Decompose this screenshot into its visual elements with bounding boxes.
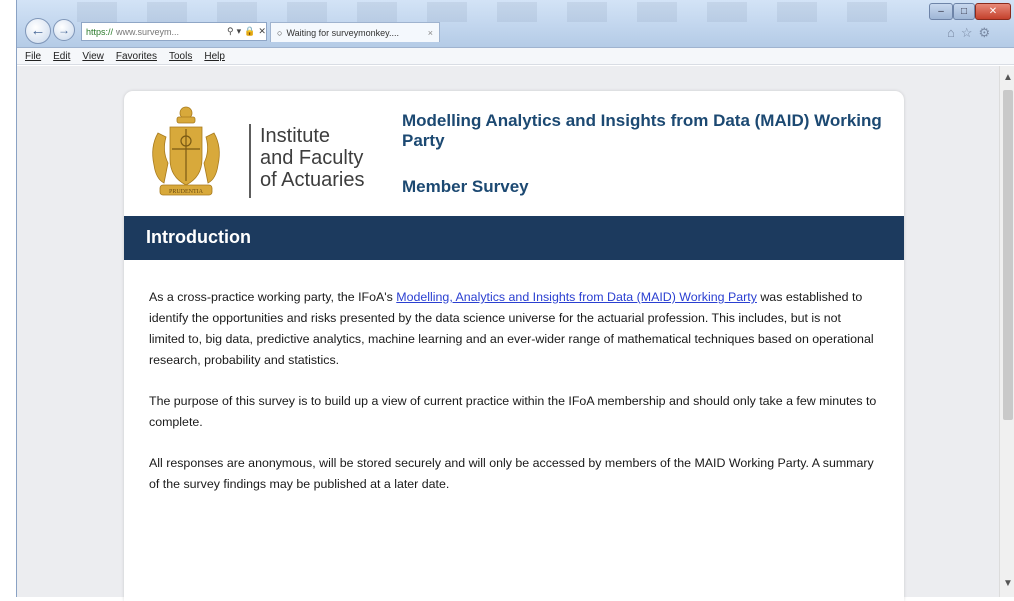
maximize-button[interactable]: □ xyxy=(953,3,975,20)
menu-view[interactable]: View xyxy=(82,51,104,62)
menu-tools[interactable]: Tools xyxy=(169,51,192,62)
forward-button[interactable]: → xyxy=(53,19,75,41)
tab-close-icon[interactable]: × xyxy=(428,28,433,38)
menu-favorites[interactable]: Favorites xyxy=(116,51,157,62)
vertical-scrollbar[interactable]: ▲ ▼ xyxy=(999,66,1014,597)
gear-icon[interactable]: ⚙ xyxy=(979,25,991,41)
menu-bar: File Edit View Favorites Tools Help xyxy=(17,48,1014,65)
menu-help[interactable]: Help xyxy=(204,51,225,62)
scroll-up-icon[interactable]: ▲ xyxy=(1000,72,1014,83)
lock-icon[interactable]: 🔒 xyxy=(244,26,255,37)
browser-window: ← → https://www.surveym... ⚲ ▾ 🔒 ✕ ○ Wai… xyxy=(16,0,1014,601)
intro-paragraph-2: The purpose of this survey is to build u… xyxy=(149,394,877,429)
search-icon[interactable]: ⚲ xyxy=(227,26,234,37)
address-protocol: https:// xyxy=(86,26,114,37)
browser-titlebar: ← → https://www.surveym... ⚲ ▾ 🔒 ✕ ○ Wai… xyxy=(17,0,1014,48)
intro-paragraph-1: As a cross-practice working party, the I… xyxy=(149,287,879,371)
menu-edit[interactable]: Edit xyxy=(53,51,70,62)
survey-subtitle: Member Survey xyxy=(402,177,529,196)
scroll-thumb[interactable] xyxy=(1003,90,1013,420)
address-host: www.surveym... xyxy=(116,26,180,37)
crest-motto: PRUDENTIA xyxy=(169,189,204,195)
section-header: Introduction xyxy=(124,216,904,260)
close-window-button[interactable]: ✕ xyxy=(975,3,1011,20)
header-divider xyxy=(249,124,251,198)
toolbar-icons: ⌂ ☆ ⚙ xyxy=(947,25,990,41)
org-line-2: and Faculty xyxy=(260,147,364,169)
ifoa-crest-logo: PRUDENTIA xyxy=(152,106,220,196)
minimize-button[interactable]: – xyxy=(929,3,953,20)
page-viewport: PRUDENTIA Institute and Faculty of Actua… xyxy=(17,66,999,601)
intro-p1-start: As a cross-practice working party, the I… xyxy=(149,290,397,304)
tab-survey[interactable]: ○ Waiting for surveymonkey.... × xyxy=(270,22,440,42)
organisation-name: Institute and Faculty of Actuaries xyxy=(260,125,365,191)
survey-title: Modelling Analytics and Insights from Da… xyxy=(402,111,882,150)
intro-paragraph-3: All responses are anonymous, will be sto… xyxy=(149,456,874,491)
tab-title: Waiting for surveymonkey.... xyxy=(286,27,399,38)
background-ribbon xyxy=(77,2,917,22)
survey-card: PRUDENTIA Institute and Faculty of Actua… xyxy=(124,91,904,601)
org-line-3: of Actuaries xyxy=(260,169,365,191)
maid-working-party-link[interactable]: Modelling, Analytics and Insights from D… xyxy=(396,290,757,304)
dropdown-icon[interactable]: ▾ xyxy=(237,26,242,37)
home-icon[interactable]: ⌂ xyxy=(947,25,955,41)
back-button[interactable]: ← xyxy=(25,18,51,44)
intro-text: As a cross-practice working party, the I… xyxy=(149,287,879,515)
favorites-star-icon[interactable]: ☆ xyxy=(961,25,973,41)
section-heading: Introduction xyxy=(146,227,251,247)
scroll-down-icon[interactable]: ▼ xyxy=(1000,578,1014,589)
menu-file[interactable]: File xyxy=(25,51,41,62)
org-line-1: Institute xyxy=(260,125,331,147)
address-bar-icons: ⚲ ▾ 🔒 ✕ xyxy=(227,22,266,41)
loading-icon: ○ xyxy=(277,27,283,38)
close-icon[interactable]: ✕ xyxy=(258,26,266,37)
